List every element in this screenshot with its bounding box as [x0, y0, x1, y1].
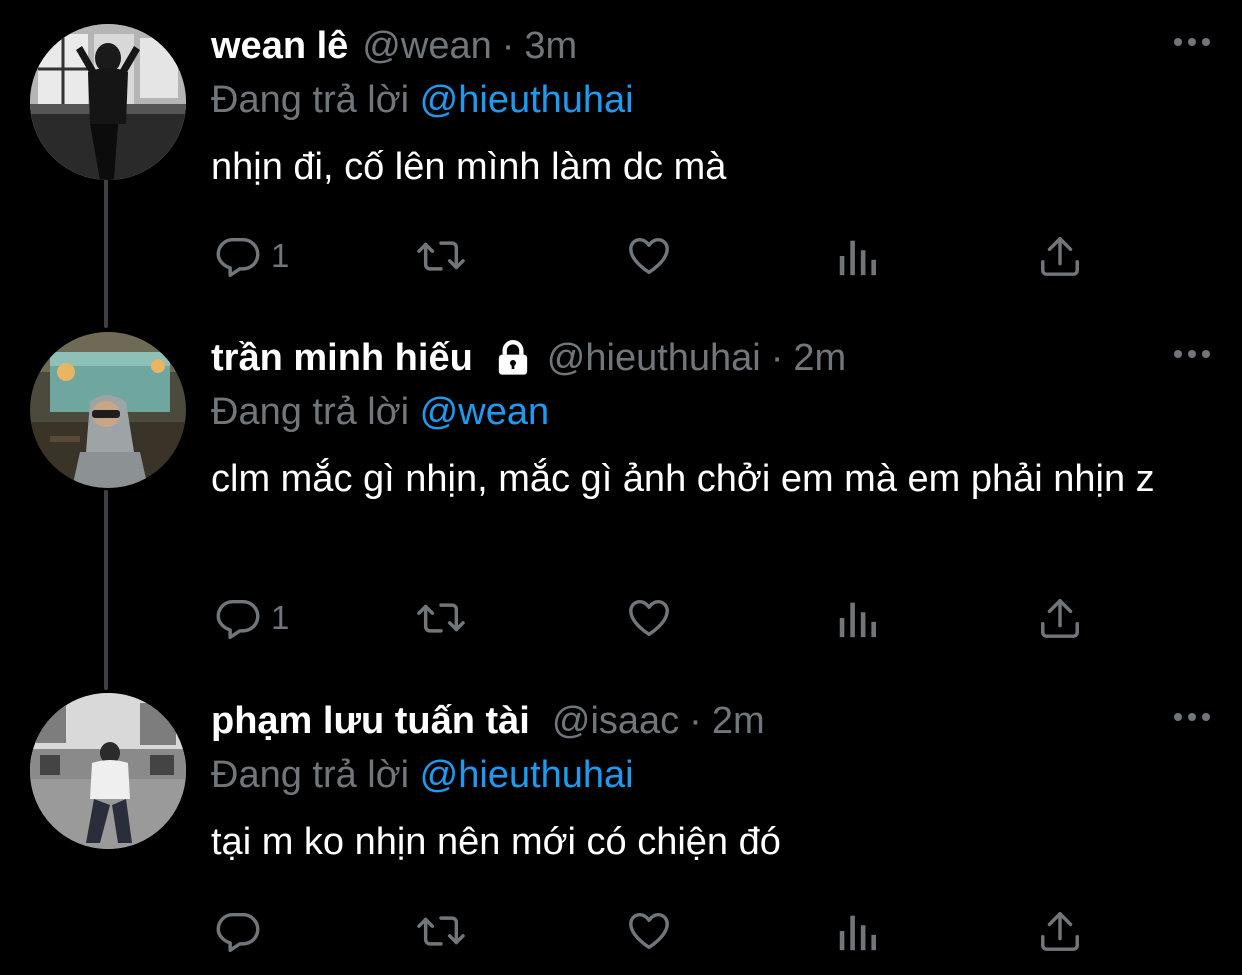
user-handle[interactable]: @wean — [362, 25, 491, 68]
tweet-header: trần minh hiếu @hieuthuhai · 2m — [211, 330, 846, 386]
avatar[interactable] — [30, 332, 186, 488]
tweet-header: wean lê @wean · 3m — [211, 18, 577, 74]
mention-link[interactable]: @wean — [420, 391, 549, 433]
views-button[interactable] — [835, 592, 879, 644]
replying-prefix: Đang trả lời — [211, 79, 410, 121]
retweet-button[interactable] — [415, 230, 467, 282]
like-button[interactable] — [625, 592, 673, 644]
reply-button[interactable]: 1 — [215, 592, 289, 644]
views-bars-icon — [835, 233, 879, 279]
tweet-text: tại m ko nhịn nên mới có chiện đó — [211, 821, 781, 863]
share-upload-icon — [1037, 908, 1083, 954]
retweet-button[interactable] — [415, 905, 467, 957]
retweet-icon — [415, 908, 467, 954]
avatar[interactable] — [30, 693, 186, 849]
tweet-text: clm mắc gì nhịn, mắc gì ảnh chởi em mà e… — [211, 458, 1155, 500]
heart-icon — [625, 233, 673, 279]
like-button[interactable] — [625, 905, 673, 957]
reply-bubble-icon — [215, 233, 261, 279]
replying-prefix: Đang trả lời — [211, 391, 410, 433]
heart-icon — [625, 908, 673, 954]
tweet-item[interactable]: phạm lưu tuấn tài @isaac · 2m Đang trả l… — [0, 693, 1242, 975]
display-name[interactable]: wean lê — [211, 25, 348, 68]
mention-link[interactable]: @hieuthuhai — [420, 79, 634, 121]
user-handle[interactable]: @isaac — [552, 700, 679, 743]
replying-to: Đang trả lời @hieuthuhai — [211, 74, 634, 126]
reply-button[interactable] — [215, 905, 271, 957]
tweet-header: phạm lưu tuấn tài @isaac · 2m — [211, 693, 765, 749]
display-name[interactable]: trần minh hiếu — [211, 337, 473, 380]
views-bars-icon — [835, 595, 879, 641]
share-upload-icon — [1037, 595, 1083, 641]
reply-bubble-icon — [215, 595, 261, 641]
like-button[interactable] — [625, 230, 673, 282]
timestamp[interactable]: 3m — [524, 25, 577, 68]
views-button[interactable] — [835, 905, 879, 957]
timestamp[interactable]: 2m — [793, 337, 846, 380]
reply-bubble-icon — [215, 908, 261, 954]
timestamp[interactable]: 2m — [712, 700, 765, 743]
views-bars-icon — [835, 908, 879, 954]
views-button[interactable] — [835, 230, 879, 282]
retweet-icon — [415, 595, 467, 641]
replying-to: Đang trả lời @wean — [211, 386, 549, 438]
tweet-text: nhịn đi, cố lên mình làm dc mà — [211, 146, 727, 188]
reply-count: 1 — [271, 599, 290, 636]
reply-count: 1 — [271, 237, 290, 274]
more-dots-icon[interactable] — [1172, 707, 1212, 727]
lock-icon — [493, 338, 533, 378]
replying-prefix: Đang trả lời — [211, 754, 410, 796]
replying-to: Đang trả lời @hieuthuhai — [211, 749, 634, 801]
user-handle[interactable]: @hieuthuhai — [547, 337, 761, 380]
share-button[interactable] — [1037, 592, 1083, 644]
action-bar — [211, 905, 1111, 957]
separator: · — [689, 699, 702, 742]
action-bar: 1 — [211, 592, 1111, 644]
retweet-button[interactable] — [415, 592, 467, 644]
more-dots-icon[interactable] — [1172, 32, 1212, 52]
reply-button[interactable]: 1 — [215, 230, 289, 282]
share-upload-icon — [1037, 233, 1083, 279]
tweet-item[interactable]: trần minh hiếu @hieuthuhai · 2m Đang trả… — [0, 330, 1242, 670]
display-name[interactable]: phạm lưu tuấn tài — [211, 700, 530, 743]
mention-link[interactable]: @hieuthuhai — [420, 754, 634, 796]
separator: · — [770, 336, 784, 379]
tweet-item[interactable]: wean lê @wean · 3m Đang trả lời @hieuthu… — [0, 18, 1242, 308]
share-button[interactable] — [1037, 905, 1083, 957]
heart-icon — [625, 595, 673, 641]
avatar[interactable] — [30, 24, 186, 180]
separator: · — [501, 24, 515, 67]
more-dots-icon[interactable] — [1172, 344, 1212, 364]
retweet-icon — [415, 233, 467, 279]
share-button[interactable] — [1037, 230, 1083, 282]
action-bar: 1 — [211, 230, 1111, 282]
